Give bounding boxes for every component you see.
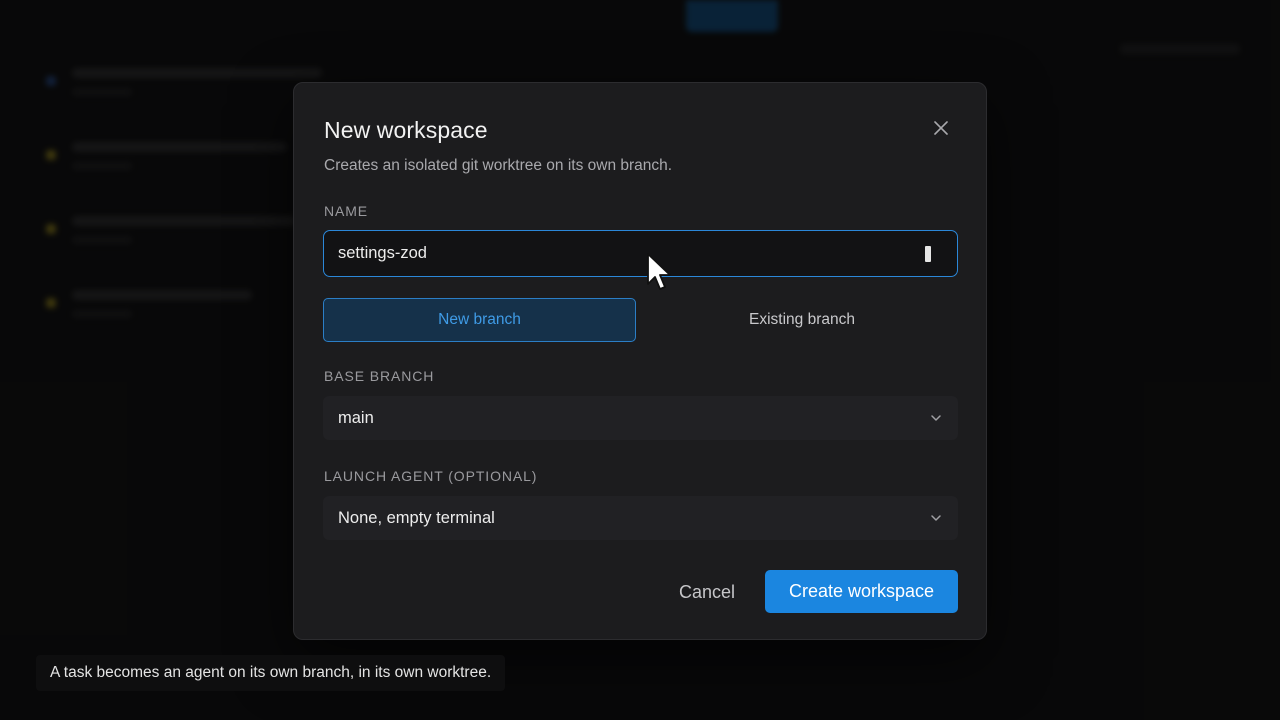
close-button[interactable] (930, 117, 952, 139)
new-branch-option[interactable]: New branch (323, 298, 636, 342)
existing-branch-option[interactable]: Existing branch (646, 298, 958, 342)
base-branch-value: main (338, 409, 374, 427)
mouse-pointer-icon (647, 253, 671, 290)
create-workspace-button[interactable]: Create workspace (765, 570, 958, 613)
chevron-down-icon (931, 415, 941, 421)
base-branch-label: BASE BRANCH (324, 368, 435, 384)
base-branch-select[interactable]: main (323, 396, 958, 440)
dialog-subtitle: Creates an isolated git worktree on its … (324, 157, 673, 174)
launch-agent-value: None, empty terminal (338, 509, 495, 527)
new-workspace-dialog: New workspace Creates an isolated git wo… (293, 82, 987, 640)
workspace-name-input[interactable] (323, 230, 958, 277)
chevron-down-icon (931, 515, 941, 521)
text-cursor-icon (925, 246, 931, 262)
launch-agent-label: LAUNCH AGENT (OPTIONAL) (324, 468, 538, 484)
close-icon (934, 121, 948, 135)
cancel-button[interactable]: Cancel (668, 570, 746, 614)
launch-agent-select[interactable]: None, empty terminal (323, 496, 958, 540)
dialog-title: New workspace (324, 117, 488, 143)
caption-text: A task becomes an agent on its own branc… (36, 655, 506, 691)
name-label: NAME (324, 203, 369, 219)
